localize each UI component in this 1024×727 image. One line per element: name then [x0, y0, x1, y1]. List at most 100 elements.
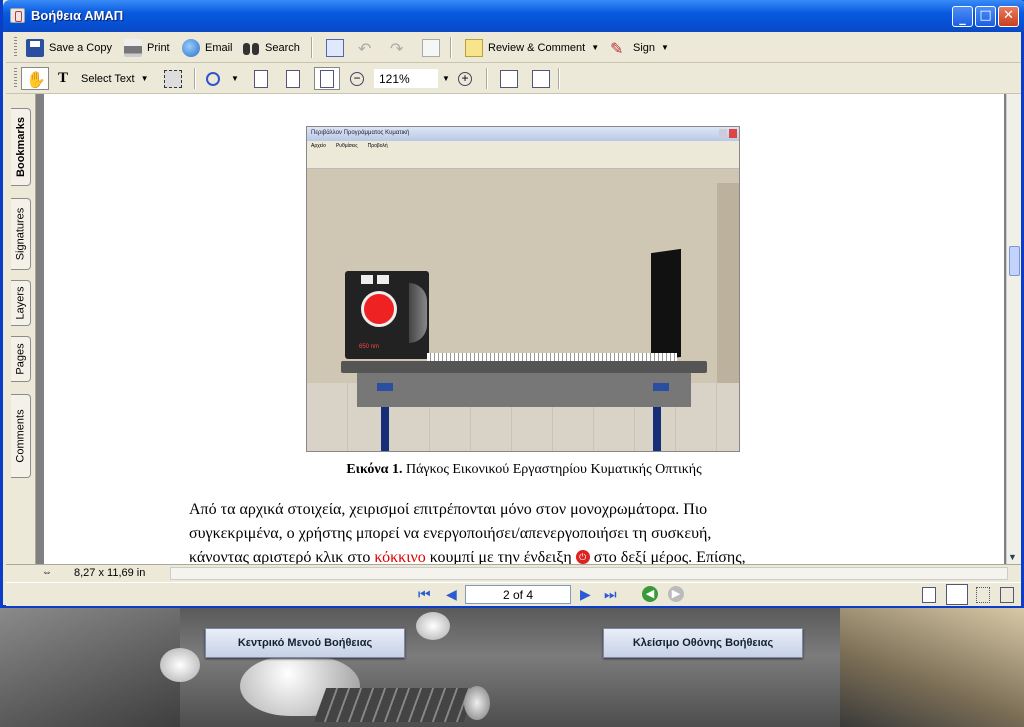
scene-lamp — [160, 648, 200, 682]
text-cursor-icon: T — [58, 69, 69, 86]
print-button[interactable]: Print — [124, 36, 170, 59]
toolbar-grip[interactable] — [14, 68, 17, 89]
back-view-icon[interactable]: ◀ — [642, 586, 658, 602]
close-window-button[interactable]: ✕ — [998, 6, 1019, 27]
search-button[interactable]: Search — [242, 36, 300, 59]
figure-menu-item: Προβολή — [367, 143, 388, 149]
help-window: Βοήθεια ΑΜΑΠ _ □ ✕ Save a Copy Print Ema… — [0, 0, 1024, 608]
figure-menu-bar: Αρχείο Ρυθμίσεις Προβολή — [307, 141, 739, 151]
rotate-ccw-icon — [532, 69, 550, 88]
fit-width-button[interactable] — [314, 67, 340, 90]
chevron-down-icon[interactable]: ▼ — [141, 74, 149, 83]
undo-button[interactable]: ↶ — [358, 36, 381, 59]
zoom-in-tool-button[interactable]: ▼ — [206, 67, 239, 90]
snapshot-button[interactable] — [164, 67, 187, 90]
toolbar-separator — [194, 68, 196, 89]
rotate-clockwise-button[interactable] — [500, 67, 523, 90]
horizontal-scrollbar[interactable] — [170, 567, 1008, 580]
tab-layers-label: Layers — [14, 286, 27, 320]
chevron-down-icon[interactable]: ▼ — [661, 43, 669, 52]
page-number-field[interactable]: 2 of 4 — [465, 585, 571, 604]
maximize-button[interactable]: □ — [975, 6, 996, 27]
main-help-menu-button[interactable]: Κεντρικό Μενού Βοήθειας — [205, 628, 405, 658]
figure-caption: Εικόνα 1. Πάγκος Εικονικού Εργαστηρίου Κ… — [44, 462, 1004, 478]
figure-table-body — [357, 373, 691, 407]
zoom-level-field[interactable]: 121% — [374, 69, 438, 88]
page-size-arrows-icon[interactable]: ⇔ — [42, 567, 52, 578]
email-button[interactable]: Email — [182, 36, 233, 59]
sign-button[interactable]: ✎ Sign ▼ — [610, 36, 669, 59]
minimize-button[interactable]: _ — [952, 6, 973, 27]
zoom-out-icon: − — [350, 71, 364, 86]
window-title: Βοήθεια ΑΜΑΠ — [31, 8, 124, 23]
tab-pages[interactable]: Pages — [11, 336, 31, 382]
paragraph-text: κάνοντας αριστερό κλικ στο — [189, 549, 371, 564]
last-page-icon[interactable]: ⏭ — [604, 586, 617, 603]
print-label: Print — [147, 41, 170, 54]
figure-indicator — [377, 275, 389, 284]
fit-page-button[interactable] — [286, 67, 305, 90]
next-page-icon[interactable]: ▶ — [580, 586, 591, 603]
binoculars-icon — [242, 39, 260, 57]
figure-lab-bench: Περιβάλλον Προγράμματος Κυματική Αρχείο … — [306, 126, 740, 452]
tab-comments[interactable]: Comments — [11, 394, 31, 478]
vertical-scrollbar[interactable]: ▼ — [1006, 94, 1021, 564]
paragraph-text: στο δεξί μέρος. Επίσης, — [593, 549, 746, 564]
pen-sign-icon: ✎ — [610, 40, 624, 58]
sign-label: Sign — [633, 41, 656, 54]
figure-toolbar — [307, 151, 739, 169]
chevron-down-icon[interactable]: ▼ — [442, 74, 450, 83]
background-scene: Κεντρικό Μενού Βοήθειας Κλείσιμο Οθόνης … — [0, 608, 1024, 727]
save-copy-button[interactable]: Save a Copy — [26, 36, 112, 59]
single-page-view-icon[interactable] — [922, 587, 936, 603]
figure-window-title: Περιβάλλον Προγράμματος Κυματική — [307, 127, 739, 141]
paragraph-line: Από τα αρχικά στοιχεία, χειρισμοί επιτρέ… — [189, 501, 708, 518]
tab-signatures[interactable]: Signatures — [11, 198, 31, 270]
copy-button[interactable] — [422, 36, 445, 59]
power-button-icon: ⏻ — [575, 550, 590, 564]
figure-lens — [409, 283, 427, 343]
select-text-button[interactable]: T Select Text ▼ — [58, 67, 149, 90]
scene-bookshelf — [0, 608, 180, 727]
scene-lamp — [416, 612, 450, 640]
review-comment-button[interactable]: Review & Comment ▼ — [465, 36, 599, 59]
tab-layers[interactable]: Layers — [11, 280, 31, 326]
redo-button[interactable]: ↷ — [390, 36, 413, 59]
page-icon — [254, 69, 268, 88]
hand-tool-button[interactable]: ✋ — [21, 67, 49, 90]
rotate-counterclockwise-button[interactable] — [532, 67, 555, 90]
figure-red-light — [361, 291, 397, 327]
continuous-facing-view-icon[interactable] — [1000, 587, 1014, 603]
first-page-icon[interactable]: ⏮ — [418, 586, 431, 603]
previous-page-icon[interactable]: ◀ — [446, 586, 457, 603]
navigation-panel: Bookmarks Signatures Layers Pages Commen… — [6, 94, 36, 564]
camera-icon — [164, 69, 182, 88]
figure-monochromator: 650 nm — [345, 271, 429, 359]
chevron-down-icon[interactable]: ▼ — [591, 43, 599, 52]
hand-icon: ✋ — [26, 71, 46, 89]
figure-menu-item: Ρυθμίσεις — [335, 143, 358, 149]
forward-view-icon[interactable]: ▶ — [668, 586, 684, 602]
spell-check-button[interactable] — [326, 36, 349, 59]
facing-view-icon[interactable] — [976, 587, 990, 603]
chevron-down-icon[interactable]: ▼ — [231, 74, 239, 83]
scroll-thumb[interactable] — [1009, 246, 1020, 276]
tab-comments-label: Comments — [14, 409, 27, 463]
floppy-disk-icon — [26, 38, 44, 57]
email-label: Email — [205, 41, 233, 54]
continuous-view-icon[interactable] — [946, 584, 968, 605]
zoom-dropdown[interactable]: ▼ — [436, 67, 450, 90]
zoom-in-button[interactable]: + — [458, 67, 477, 90]
figure-optical-rail — [427, 353, 677, 361]
tab-bookmarks[interactable]: Bookmarks — [11, 108, 31, 186]
pdf-page[interactable]: Περιβάλλον Προγράμματος Κυματική Αρχείο … — [44, 94, 1004, 564]
close-help-screen-button[interactable]: Κλείσιμο Οθόνης Βοήθειας — [603, 628, 803, 658]
actual-size-button[interactable] — [254, 67, 273, 90]
title-bar[interactable]: Βοήθεια ΑΜΑΠ _ □ ✕ — [3, 0, 1024, 32]
zoom-out-button[interactable]: − — [350, 67, 369, 90]
redo-icon: ↷ — [390, 40, 404, 58]
toolbar-grip[interactable] — [14, 37, 17, 58]
scene-keyboard — [313, 688, 477, 722]
page-size-label: 8,27 x 11,69 in — [74, 567, 146, 579]
scroll-down-icon[interactable]: ▼ — [1008, 552, 1017, 562]
